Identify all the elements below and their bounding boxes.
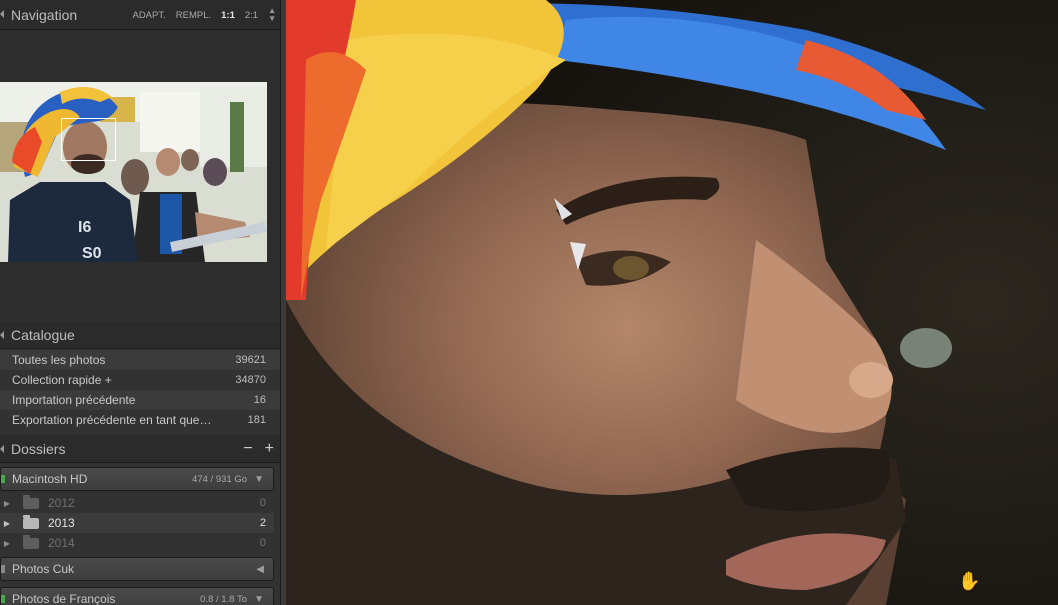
zoom-stepper-icon[interactable]: ▲ ▼	[268, 7, 276, 23]
folder-icon	[23, 534, 39, 549]
zoom-2-1[interactable]: 2:1	[245, 10, 258, 21]
volume-size: 474 / 931 Go	[192, 473, 247, 485]
zoom-fit[interactable]: ADAPT.	[132, 10, 165, 21]
navigator-title: Navigation	[11, 6, 78, 23]
hand-cursor-icon: ✋	[958, 571, 981, 591]
catalogue-title: Catalogue	[11, 326, 75, 343]
catalogue-item-label: Exportation précédente en tant que…	[12, 413, 212, 427]
catalogue-header[interactable]: Catalogue	[0, 321, 280, 349]
volume-status-indicator	[1, 475, 5, 483]
dossiers-title: Dossiers	[11, 440, 66, 457]
navigator-zoom-frame[interactable]	[61, 118, 116, 161]
volume-size: 0.8 / 1.8 To	[200, 593, 247, 605]
folder-expand-icon[interactable]: ▶	[0, 519, 14, 528]
folder-count: 2	[259, 517, 266, 529]
catalogue-item-all-photos[interactable]: Toutes les photos 39621	[0, 350, 280, 370]
folder-name: 2013	[48, 516, 75, 530]
volume-macintosh-hd[interactable]: Macintosh HD 474 / 931 Go ▼	[0, 467, 274, 491]
catalogue-item-count: 34870	[235, 374, 266, 386]
catalogue-item-previous-import[interactable]: Importation précédente 16	[0, 390, 280, 410]
catalogue-item-count: 16	[253, 394, 266, 406]
catalogue-item-label: Importation précédente	[12, 393, 136, 407]
catalogue-item-count: 181	[247, 414, 266, 426]
catalogue-item-previous-export[interactable]: Exportation précédente en tant que… 181	[0, 410, 280, 430]
folder-name: 2014	[48, 536, 75, 550]
zoom-options: ADAPT. REMPL. 1:1 2:1 ▲ ▼	[132, 0, 276, 30]
catalogue-item-label: Toutes les photos	[12, 353, 106, 367]
zoom-1-1[interactable]: 1:1	[221, 10, 235, 21]
catalogue-item-count: 39621	[235, 354, 266, 366]
main-photo-view[interactable]	[286, 0, 1058, 605]
volume-photos-cuk[interactable]: Photos Cuk ◀	[0, 557, 274, 581]
volume-photos-de-francois[interactable]: Photos de François 0.8 / 1.8 To ▼	[0, 587, 274, 605]
volume-name: Photos Cuk	[12, 562, 75, 576]
volume-expand-icon[interactable]: ◀	[256, 564, 264, 575]
folder-count: 0	[259, 497, 266, 509]
collapse-triangle-icon[interactable]	[0, 10, 4, 18]
collapse-triangle-icon[interactable]	[0, 331, 4, 339]
volume-status-indicator	[1, 595, 5, 603]
folder-expand-icon[interactable]: ▶	[0, 499, 14, 508]
svg-text:I6: I6	[78, 219, 91, 236]
svg-text:S0: S0	[82, 245, 102, 262]
left-panel: Navigation ADAPT. REMPL. 1:1 2:1 ▲ ▼ I6 …	[0, 0, 280, 605]
folder-icon	[23, 514, 39, 529]
navigator-header[interactable]: Navigation ADAPT. REMPL. 1:1 2:1 ▲ ▼	[0, 0, 280, 30]
volume-status-indicator	[1, 565, 5, 573]
folder-name: 2012	[48, 496, 75, 510]
navigator-thumbnail[interactable]: I6 S0	[0, 82, 267, 262]
folder-2014[interactable]: ▶ 2014 0	[0, 533, 274, 553]
navigator-thumbnail-image: I6 S0	[0, 82, 267, 262]
folder-2013[interactable]: ▶ 2013 2	[0, 513, 274, 533]
remove-folder-button[interactable]: −	[243, 440, 252, 458]
volume-name: Macintosh HD	[12, 472, 88, 486]
dossiers-controls: − +	[243, 435, 274, 463]
zoom-fill[interactable]: REMPL.	[176, 10, 211, 21]
navigator-area: I6 S0	[0, 30, 280, 320]
volume-expand-icon[interactable]: ▼	[254, 594, 264, 605]
volume-expand-icon[interactable]: ▼	[254, 474, 264, 485]
folder-count: 0	[259, 537, 266, 549]
folder-icon	[23, 494, 39, 509]
catalogue-list: Toutes les photos 39621 Collection rapid…	[0, 350, 280, 430]
volume-name: Photos de François	[12, 592, 116, 605]
folder-expand-icon[interactable]: ▶	[0, 539, 14, 548]
dossiers-header[interactable]: Dossiers − +	[0, 435, 280, 463]
catalogue-item-label: Collection rapide +	[12, 373, 112, 387]
folder-2012[interactable]: ▶ 2012 0	[0, 493, 274, 513]
catalogue-item-quick-collection[interactable]: Collection rapide + 34870	[0, 370, 280, 390]
main-photo-image	[286, 0, 1058, 605]
add-folder-button[interactable]: +	[265, 440, 274, 458]
collapse-triangle-icon[interactable]	[0, 445, 4, 453]
